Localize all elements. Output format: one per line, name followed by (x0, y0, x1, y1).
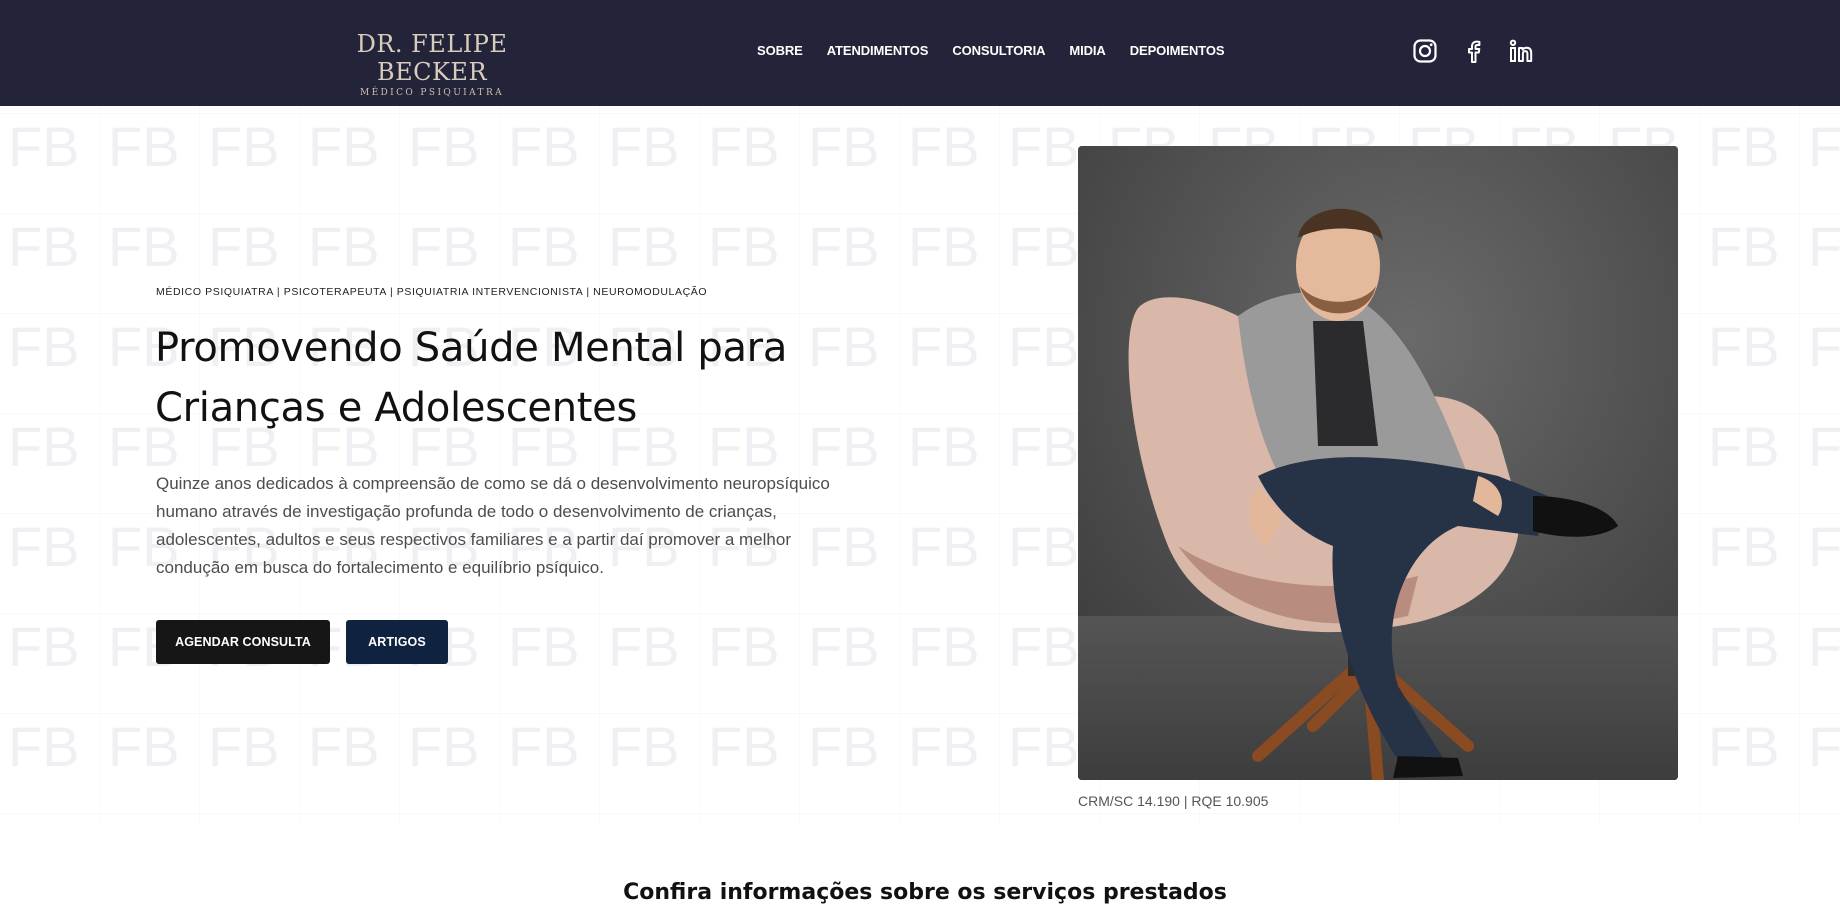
nav-item-midia[interactable]: MIDIA (1069, 43, 1105, 58)
schedule-appointment-button[interactable]: AGENDAR CONSULTA (156, 620, 330, 664)
nav-item-consultoria[interactable]: CONSULTORIA (952, 43, 1045, 58)
hero-headline: Promovendo Saúde Mental para Crianças e … (155, 325, 788, 431)
hero-description: Quinze anos dedicados à compreensão de c… (156, 474, 830, 577)
main-nav: SOBRE ATENDIMENTOS CONSULTORIA MIDIA DEP… (757, 43, 1225, 58)
crm-credential: CRM/SC 14.190 | RQE 10.905 (1078, 793, 1269, 809)
services-section-title: Confira informações sobre os serviços pr… (623, 880, 1227, 905)
nav-item-sobre[interactable]: SOBRE (757, 43, 803, 58)
nav-item-depoimentos[interactable]: DEPOIMENTOS (1130, 43, 1225, 58)
articles-button[interactable]: ARTIGOS (346, 620, 448, 664)
hero-tagline: MÉDICO PSIQUIATRA | PSICOTERAPEUTA | PSI… (156, 286, 708, 298)
logo[interactable]: DR. FELIPE BECKER MÉDICO PSIQUIATRA (327, 30, 537, 99)
logo-name: DR. FELIPE BECKER (356, 30, 508, 86)
linkedin-icon[interactable] (1508, 38, 1534, 64)
facebook-icon[interactable] (1460, 38, 1486, 64)
hero-section: FB MÉDICO PSIQUIATRA | PSICOTERAPEUTA | … (0, 106, 1840, 826)
instagram-icon[interactable] (1412, 38, 1438, 64)
site-header: DR. FELIPE BECKER MÉDICO PSIQUIATRA SOBR… (0, 0, 1840, 106)
nav-item-atendimentos[interactable]: ATENDIMENTOS (827, 43, 929, 58)
logo-subtitle: MÉDICO PSIQUIATRA (359, 88, 505, 98)
doctor-portrait-photo (1078, 146, 1678, 780)
